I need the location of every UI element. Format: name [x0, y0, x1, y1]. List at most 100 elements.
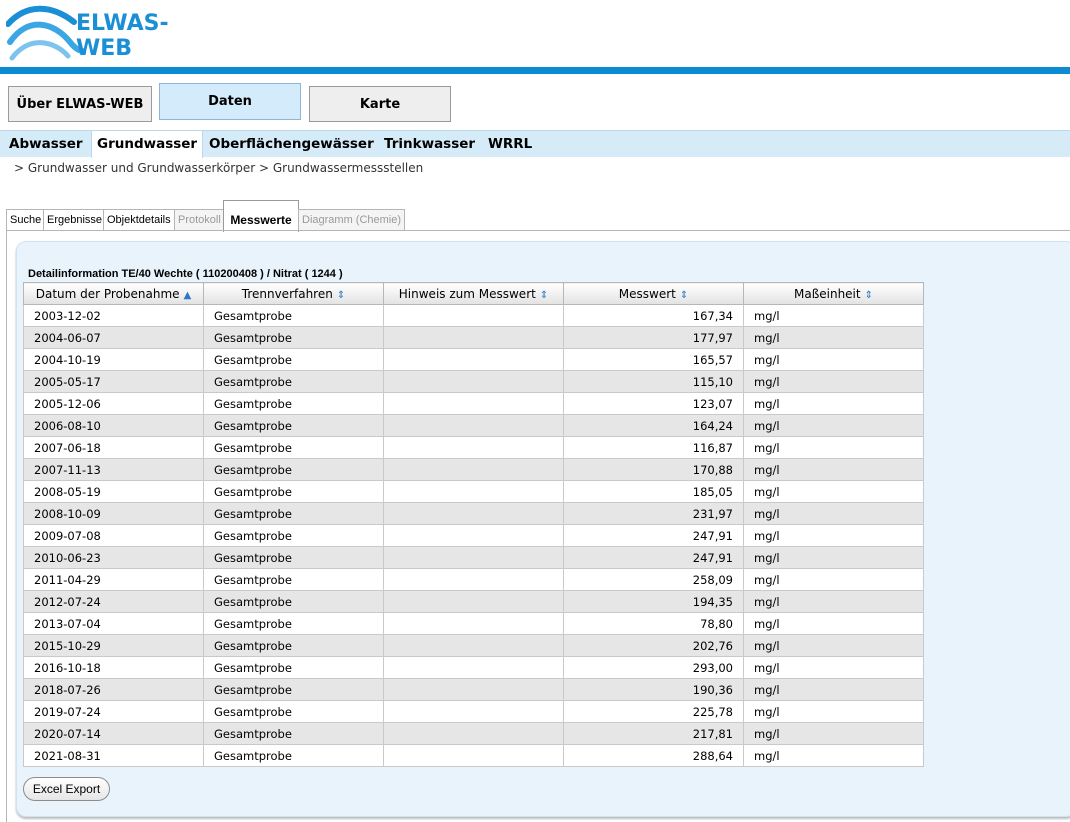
cell-datum: 2005-05-17 [23, 370, 204, 393]
nav-ueber-elwas-button[interactable]: Über ELWAS-WEB [8, 86, 152, 122]
table-row[interactable]: 2004-10-19 Gesamtprobe 165,57 mg/l [23, 348, 924, 371]
cell-trennverfahren: Gesamtprobe [203, 414, 384, 437]
tab-messwerte[interactable]: Messwerte [223, 200, 299, 232]
cell-masseinheit: mg/l [743, 502, 924, 525]
cell-masseinheit: mg/l [743, 612, 924, 635]
table-row[interactable]: 2009-07-08 Gesamtprobe 247,91 mg/l [23, 524, 924, 547]
cell-masseinheit: mg/l [743, 546, 924, 569]
cell-hinweis [383, 326, 564, 349]
cell-datum: 2004-06-07 [23, 326, 204, 349]
subnav-oberflaechengewaesser[interactable]: Oberflächengewässer [209, 131, 374, 158]
cell-masseinheit: mg/l [743, 480, 924, 503]
cell-trennverfahren: Gesamtprobe [203, 590, 384, 613]
cell-hinweis [383, 370, 564, 393]
cell-messwert: 225,78 [563, 700, 744, 723]
column-label: Hinweis zum Messwert [398, 286, 536, 301]
cell-messwert: 78,80 [563, 612, 744, 635]
table-header-row: Datum der Probenahme ▲ Trennverfahren ⇕ Hi… [23, 282, 924, 305]
header-accent-bar [0, 67, 1070, 74]
sort-ascending-icon: ▲ [183, 289, 192, 301]
cell-trennverfahren: Gesamtprobe [203, 502, 384, 525]
cell-messwert: 177,97 [563, 326, 744, 349]
table-row[interactable]: 2008-10-09 Gesamtprobe 231,97 mg/l [23, 502, 924, 525]
nav-karte-button[interactable]: Karte [309, 86, 451, 122]
breadcrumb: > Grundwasser und Grundwasserkörper > Gr… [14, 161, 424, 175]
table-row[interactable]: 2004-06-07 Gesamtprobe 177,97 mg/l [23, 326, 924, 349]
table-row[interactable]: 2018-07-26 Gesamtprobe 190,36 mg/l [23, 678, 924, 701]
tab-protokoll: Protokoll [174, 209, 225, 230]
table-row[interactable]: 2005-05-17 Gesamtprobe 115,10 mg/l [23, 370, 924, 393]
cell-hinweis [383, 304, 564, 327]
cell-trennverfahren: Gesamtprobe [203, 392, 384, 415]
cell-datum: 2013-07-04 [23, 612, 204, 635]
cell-datum: 2007-06-18 [23, 436, 204, 459]
table-row[interactable]: 2007-11-13 Gesamtprobe 170,88 mg/l [23, 458, 924, 481]
tab-ergebnisse[interactable]: Ergebnisse [43, 209, 107, 230]
column-header-datum[interactable]: Datum der Probenahme ▲ [23, 282, 204, 305]
cell-messwert: 170,88 [563, 458, 744, 481]
table-row[interactable]: 2005-12-06 Gesamtprobe 123,07 mg/l [23, 392, 924, 415]
excel-export-button[interactable]: Excel Export [23, 777, 110, 801]
table-row[interactable]: 2013-07-04 Gesamtprobe 78,80 mg/l [23, 612, 924, 635]
table-row[interactable]: 2019-07-24 Gesamtprobe 225,78 mg/l [23, 700, 924, 723]
tab-suche[interactable]: Suche [6, 209, 46, 230]
table-row[interactable]: 2016-10-18 Gesamtprobe 293,00 mg/l [23, 656, 924, 679]
table-row[interactable]: 2011-04-29 Gesamtprobe 258,09 mg/l [23, 568, 924, 591]
sort-both-icon: ⇕ [679, 289, 689, 301]
cell-datum: 2008-05-19 [23, 480, 204, 503]
subnav-grundwasser[interactable]: Grundwasser [91, 130, 204, 158]
cell-trennverfahren: Gesamtprobe [203, 348, 384, 371]
cell-datum: 2018-07-26 [23, 678, 204, 701]
cell-hinweis [383, 722, 564, 745]
column-header-messwert[interactable]: Messwert ⇕ [563, 282, 744, 305]
cell-masseinheit: mg/l [743, 414, 924, 437]
cell-datum: 2008-10-09 [23, 502, 204, 525]
cell-messwert: 194,35 [563, 590, 744, 613]
cell-masseinheit: mg/l [743, 326, 924, 349]
subnav-wrrl[interactable]: WRRL [488, 131, 532, 158]
cell-messwert: 185,05 [563, 480, 744, 503]
cell-trennverfahren: Gesamtprobe [203, 568, 384, 591]
cell-trennverfahren: Gesamtprobe [203, 480, 384, 503]
cell-hinweis [383, 678, 564, 701]
cell-messwert: 231,97 [563, 502, 744, 525]
cell-trennverfahren: Gesamtprobe [203, 436, 384, 459]
cell-messwert: 165,57 [563, 348, 744, 371]
column-header-masseinheit[interactable]: Maßeinheit ⇕ [743, 282, 924, 305]
column-label: Messwert [618, 286, 676, 301]
subnav-abwasser[interactable]: Abwasser [9, 131, 83, 158]
table-row[interactable]: 2015-10-29 Gesamtprobe 202,76 mg/l [23, 634, 924, 657]
cell-messwert: 288,64 [563, 744, 744, 767]
sort-both-icon: ⇕ [539, 289, 549, 301]
cell-trennverfahren: Gesamtprobe [203, 326, 384, 349]
tab-objektdetails[interactable]: Objektdetails [103, 209, 175, 230]
table-row[interactable]: 2010-06-23 Gesamtprobe 247,91 mg/l [23, 546, 924, 569]
nav-daten-button[interactable]: Daten [159, 83, 301, 120]
cell-datum: 2005-12-06 [23, 392, 204, 415]
column-header-hinweis[interactable]: Hinweis zum Messwert ⇕ [383, 282, 564, 305]
table-row[interactable]: 2012-07-24 Gesamtprobe 194,35 mg/l [23, 590, 924, 613]
table-row[interactable]: 2007-06-18 Gesamtprobe 116,87 mg/l [23, 436, 924, 459]
table-row[interactable]: 2003-12-02 Gesamtprobe 167,34 mg/l [23, 304, 924, 327]
cell-hinweis [383, 744, 564, 767]
messwerte-table: Datum der Probenahme ▲ Trennverfahren ⇕ Hi… [23, 282, 924, 767]
cell-masseinheit: mg/l [743, 304, 924, 327]
cell-messwert: 164,24 [563, 414, 744, 437]
cell-datum: 2006-08-10 [23, 414, 204, 437]
table-row[interactable]: 2008-05-19 Gesamtprobe 185,05 mg/l [23, 480, 924, 503]
cell-trennverfahren: Gesamtprobe [203, 458, 384, 481]
cell-messwert: 247,91 [563, 546, 744, 569]
table-row[interactable]: 2006-08-10 Gesamtprobe 164,24 mg/l [23, 414, 924, 437]
cell-hinweis [383, 392, 564, 415]
table-row[interactable]: 2021-08-31 Gesamtprobe 288,64 mg/l [23, 744, 924, 767]
column-header-trennverfahren[interactable]: Trennverfahren ⇕ [203, 282, 384, 305]
elwas-logo[interactable]: ELWAS-WEB [6, 2, 221, 64]
cell-trennverfahren: Gesamtprobe [203, 722, 384, 745]
cell-masseinheit: mg/l [743, 436, 924, 459]
cell-hinweis [383, 414, 564, 437]
table-row[interactable]: 2020-07-14 Gesamtprobe 217,81 mg/l [23, 722, 924, 745]
subnav-trinkwasser[interactable]: Trinkwasser [384, 131, 475, 158]
cell-datum: 2016-10-18 [23, 656, 204, 679]
cell-masseinheit: mg/l [743, 700, 924, 723]
cell-masseinheit: mg/l [743, 678, 924, 701]
